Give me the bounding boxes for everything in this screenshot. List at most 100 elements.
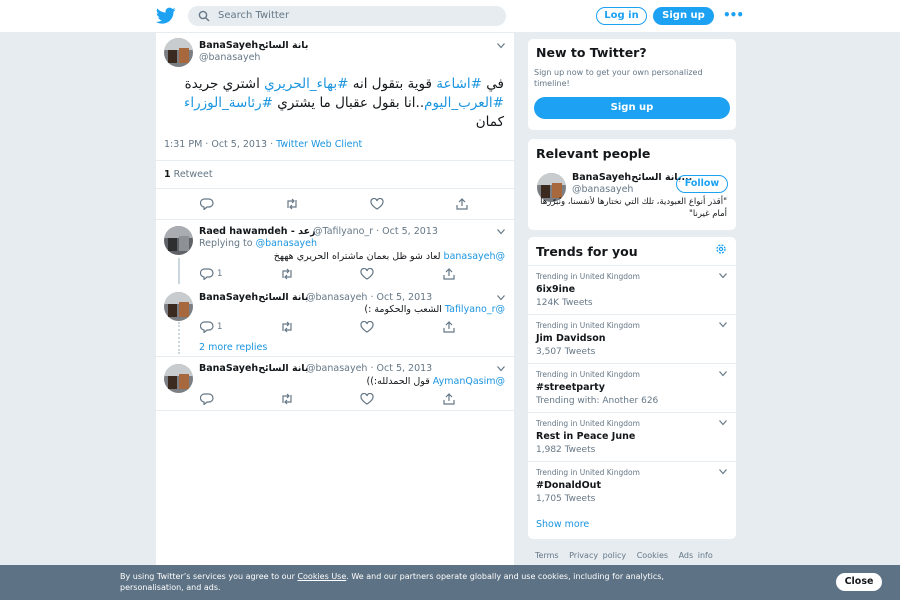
- like-icon[interactable]: [370, 198, 384, 210]
- chevron-down-icon[interactable]: [497, 295, 505, 301]
- trend-count: Trending with: Another 626: [536, 396, 659, 406]
- divider: [156, 410, 514, 411]
- card-title: Trends for you: [536, 244, 638, 259]
- trend-name[interactable]: 6ix9ine: [536, 284, 575, 295]
- show-more-link[interactable]: Show more: [536, 519, 589, 530]
- divider: [156, 188, 514, 189]
- reply-author-handle[interactable]: @Tafilyano_r · Oct 5, 2013: [313, 226, 438, 237]
- footer-link-terms[interactable]: Terms: [535, 551, 559, 560]
- retweet-icon[interactable]: [285, 198, 299, 210]
- cookies-use-link[interactable]: Cookies Use: [297, 572, 346, 581]
- card-title: New to Twitter?: [536, 45, 647, 60]
- twitter-bird-icon[interactable]: [156, 7, 176, 25]
- like-icon[interactable]: [360, 268, 374, 280]
- hashtag-link[interactable]: #العرب_اليوم: [424, 95, 504, 111]
- chevron-down-icon[interactable]: [719, 322, 727, 328]
- chevron-down-icon[interactable]: [497, 366, 505, 372]
- hashtag-link[interactable]: #اشاعة: [436, 76, 482, 92]
- share-icon[interactable]: [455, 198, 469, 210]
- reply-icon[interactable]: [200, 321, 214, 333]
- retweet-icon[interactable]: [280, 268, 294, 280]
- footer-link-cookies[interactable]: Cookies: [637, 551, 668, 560]
- chevron-down-icon[interactable]: [719, 273, 727, 279]
- chevron-down-icon[interactable]: [719, 469, 727, 475]
- trend-item[interactable]: Trending in United Kingdom 6ix9ine 124K …: [528, 265, 736, 314]
- reply-author-name[interactable]: BanaSayehبانة السائح: [199, 363, 308, 374]
- person-name[interactable]: BanaSayehبانة السائح...: [572, 172, 692, 183]
- trend-name[interactable]: #DonaldOut: [536, 480, 601, 491]
- share-icon[interactable]: [442, 268, 456, 280]
- footer-link-privacy[interactable]: Privacy policy: [569, 551, 626, 560]
- divider: [156, 356, 514, 357]
- thread-line: [178, 258, 180, 284]
- tweet-text: في #اشاعة قوية بتقول انه #بهاء_الحريري ا…: [183, 76, 504, 130]
- mention-link[interactable]: @banasayeh: [256, 238, 317, 249]
- avatar[interactable]: [164, 38, 193, 67]
- trend-count: 3,507 Tweets: [536, 347, 596, 357]
- chevron-down-icon[interactable]: [497, 43, 505, 49]
- chevron-down-icon[interactable]: [497, 229, 505, 235]
- tweet-client-link[interactable]: Twitter Web Client: [276, 139, 362, 150]
- close-button[interactable]: Close: [836, 573, 882, 591]
- retweet-icon[interactable]: [280, 393, 294, 405]
- signup-button[interactable]: Sign up: [653, 7, 714, 25]
- reply-icon[interactable]: [200, 268, 214, 280]
- gear-icon[interactable]: [715, 243, 727, 255]
- cookie-banner: By using Twitter’s services you agree to…: [0, 565, 900, 600]
- search-input[interactable]: Search Twitter: [188, 6, 506, 26]
- cookie-text: By using Twitter’s services you agree to…: [120, 572, 664, 592]
- replying-to: Replying to @banasayeh: [199, 238, 318, 249]
- trend-name[interactable]: Rest in Peace June: [536, 431, 635, 442]
- footer-link-ads-info[interactable]: Ads info: [679, 551, 713, 560]
- thread-line: [178, 322, 180, 354]
- more-options-icon[interactable]: •••: [723, 8, 744, 22]
- share-icon[interactable]: [442, 393, 456, 405]
- signup-button[interactable]: Sign up: [534, 97, 730, 119]
- chevron-down-icon[interactable]: [719, 420, 727, 426]
- person-handle[interactable]: @banasayeh: [572, 184, 633, 195]
- login-button[interactable]: Log in: [596, 7, 647, 25]
- trend-name[interactable]: Jim Davidson: [536, 333, 606, 344]
- search-icon: [198, 10, 210, 22]
- chevron-down-icon[interactable]: [719, 371, 727, 377]
- top-navigation-bar: Search Twitter Log in Sign up •••: [0, 0, 900, 33]
- relevant-people-card: Relevant people BanaSayehبانة السائح... …: [527, 138, 737, 231]
- avatar[interactable]: [164, 226, 193, 255]
- retweet-stats[interactable]: 1 Retweet: [164, 169, 213, 180]
- tweet-author-handle[interactable]: @banasayeh: [199, 52, 260, 63]
- trends-card: Trends for you Trending in United Kingdo…: [527, 236, 737, 540]
- hashtag-link[interactable]: #رئاسة_الوزراء: [184, 95, 273, 111]
- trend-count: 124K Tweets: [536, 298, 593, 308]
- trend-name[interactable]: #streetparty: [536, 382, 605, 393]
- trend-item[interactable]: Trending in United Kingdom #DonaldOut 1,…: [528, 461, 736, 510]
- reply-author-handle[interactable]: @banasayeh · Oct 5, 2013: [306, 292, 432, 303]
- footer-links: Terms Privacy policy Cookies Ads info: [535, 551, 719, 560]
- like-icon[interactable]: [360, 321, 374, 333]
- trend-item[interactable]: Trending in United Kingdom #streetparty …: [528, 363, 736, 412]
- reply-count: 1: [217, 322, 223, 332]
- avatar[interactable]: [164, 292, 193, 321]
- avatar[interactable]: [164, 364, 193, 393]
- more-replies-link[interactable]: 2 more replies: [199, 342, 267, 353]
- search-placeholder: Search Twitter: [218, 10, 290, 21]
- trend-context: Trending in United Kingdom: [536, 272, 640, 281]
- reply-author-handle[interactable]: @banasayeh · Oct 5, 2013: [306, 363, 432, 374]
- reply-icon[interactable]: [200, 198, 214, 210]
- like-icon[interactable]: [360, 393, 374, 405]
- trend-item[interactable]: Trending in United Kingdom Jim Davidson …: [528, 314, 736, 363]
- follow-button[interactable]: Follow: [676, 175, 728, 193]
- reply-icon[interactable]: [200, 393, 214, 405]
- mention-link[interactable]: @banasayeh: [444, 251, 505, 262]
- mention-link[interactable]: @Tafilyano_r: [445, 304, 505, 315]
- tweet-author-name[interactable]: BanaSayehبانة السائح: [199, 40, 308, 51]
- retweet-icon[interactable]: [280, 321, 294, 333]
- tweet-timestamp: 1:31 PM · Oct 5, 2013 · Twitter Web Clie…: [164, 139, 363, 150]
- trend-context: Trending in United Kingdom: [536, 321, 640, 330]
- reply-author-name[interactable]: BanaSayehبانة السائح: [199, 292, 308, 303]
- mention-link[interactable]: @AymanQasim: [433, 376, 505, 387]
- reply-author-name[interactable]: Raed hawamdeh - رعد: [199, 226, 316, 237]
- tweet-time[interactable]: 1:31 PM · Oct 5, 2013: [164, 139, 267, 150]
- share-icon[interactable]: [442, 321, 456, 333]
- trend-item[interactable]: Trending in United Kingdom Rest in Peace…: [528, 412, 736, 461]
- hashtag-link[interactable]: #بهاء_الحريري: [264, 76, 348, 92]
